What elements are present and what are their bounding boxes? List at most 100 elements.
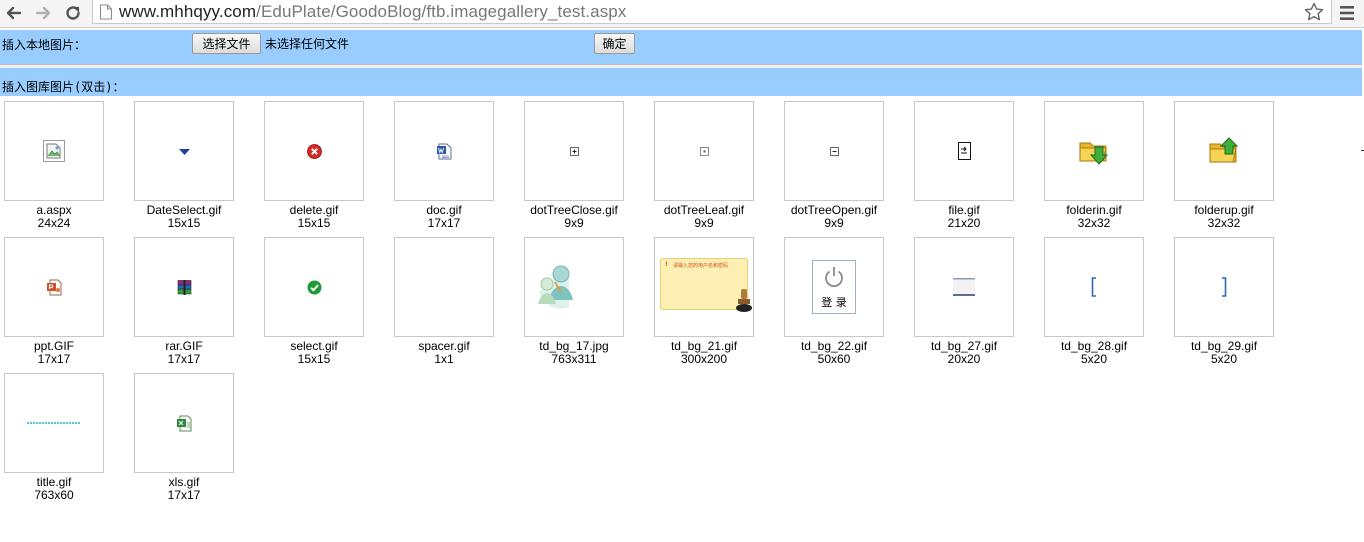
file-name: DateSelect.gif	[146, 203, 222, 217]
gallery-item: folderin.gif 32x32	[1040, 101, 1160, 237]
thumbnail[interactable]	[914, 237, 1014, 337]
tree-leaf-icon	[699, 146, 709, 156]
file-dimensions: 17x17	[167, 353, 201, 363]
file-name: a.aspx	[36, 203, 72, 217]
file-name: td_bg_28.gif	[1060, 339, 1128, 353]
gallery-item: td_bg_29.gif 5x20	[1170, 237, 1290, 373]
thumbnail[interactable]	[1174, 101, 1274, 201]
choose-file-button[interactable]: 选择文件	[192, 33, 261, 54]
file-dimensions: 17x17	[427, 217, 461, 227]
gallery-item: 登 录 td_bg_22.gif 50x60	[780, 237, 900, 373]
file-dimensions: 32x32	[1077, 217, 1111, 227]
forward-button[interactable]	[32, 2, 54, 24]
gallery-item: a.aspx 24x24	[0, 101, 120, 237]
file-name: folderin.gif	[1066, 203, 1122, 217]
tree-plus-icon	[569, 146, 579, 156]
file-dimensions: 32x32	[1207, 217, 1241, 227]
thumbnail[interactable]	[394, 237, 494, 337]
thumbnail[interactable]	[4, 373, 104, 473]
gallery-item: xls.gif 17x17	[130, 373, 250, 509]
thumbnail[interactable]: 登 录	[784, 237, 884, 337]
thumbnail[interactable]	[524, 101, 624, 201]
file-dimensions: 300x200	[680, 353, 728, 363]
thumbnail[interactable]	[524, 237, 624, 337]
url-text: www.mhhqyy.com/EduPlate/GoodoBlog/ftb.im…	[119, 1, 627, 21]
thumbnail[interactable]	[264, 101, 364, 201]
broken-image-icon	[43, 140, 65, 162]
tree-minus-icon	[829, 146, 839, 156]
file-dimensions: 9x9	[694, 217, 714, 227]
spacer-icon	[444, 287, 445, 288]
gallery-item: spacer.gif 1x1	[390, 237, 510, 373]
login-notice-icon: ! 请输入您的用户名和密码	[660, 258, 752, 312]
no-file-text: 未选择任何文件	[265, 37, 350, 51]
gallery-item: DateSelect.gif 15x15	[130, 101, 250, 237]
browser-toolbar: www.mhhqyy.com/EduPlate/GoodoBlog/ftb.im…	[0, 0, 1364, 28]
menu-icon[interactable]	[1337, 3, 1357, 23]
file-icon	[957, 142, 971, 160]
thumbnail[interactable]: ! 请输入您的用户名和密码	[654, 237, 754, 337]
gallery-item: folderup.gif 32x32	[1170, 101, 1290, 237]
file-dimensions: 17x17	[167, 489, 201, 499]
thumbnail[interactable]	[784, 101, 884, 201]
gallery-item: td_bg_28.gif 5x20	[1040, 237, 1160, 373]
file-dimensions: 15x15	[167, 217, 201, 227]
file-dimensions: 5x20	[1210, 353, 1238, 363]
gallery-item: title.gif 763x60	[0, 373, 120, 509]
gallery-item: delete.gif 15x15	[260, 101, 380, 237]
file-name: dotTreeLeaf.gif	[663, 203, 745, 217]
gallery-item: dotTreeOpen.gif 9x9	[780, 101, 900, 237]
power-login-icon: 登 录	[812, 260, 856, 314]
thumbnail[interactable]	[134, 101, 234, 201]
gallery-header	[0, 68, 1362, 96]
file-name: title.gif	[36, 475, 72, 489]
star-icon[interactable]	[1303, 1, 1325, 23]
thumbnail[interactable]	[264, 237, 364, 337]
file-dimensions: 763x60	[34, 489, 74, 499]
gallery-item: dotTreeClose.gif 9x9	[520, 101, 640, 237]
file-dimensions: 21x20	[947, 217, 981, 227]
stamp-icon	[736, 289, 752, 312]
thumbnail[interactable]	[654, 101, 754, 201]
thumbnail[interactable]	[394, 101, 494, 201]
thumbnail[interactable]	[914, 101, 1014, 201]
file-name: file.gif	[948, 203, 980, 217]
address-bar[interactable]: www.mhhqyy.com/EduPlate/GoodoBlog/ftb.im…	[92, 0, 1332, 24]
file-dimensions: 15x15	[297, 217, 331, 227]
title-strip-icon	[27, 422, 81, 424]
file-dimensions: 9x9	[824, 217, 844, 227]
file-dimensions: 24x24	[37, 217, 71, 227]
thumbnail[interactable]	[4, 237, 104, 337]
gallery-item: td_bg_17.jpg 763x311	[520, 237, 640, 373]
thumbnail[interactable]	[134, 237, 234, 337]
file-name: select.gif	[290, 339, 338, 353]
confirm-button[interactable]: 确定	[594, 33, 635, 54]
reload-icon	[66, 6, 80, 20]
file-name: td_bg_17.jpg	[539, 339, 609, 353]
thumbnail[interactable]	[1044, 101, 1144, 201]
page-icon	[100, 4, 112, 19]
notice-text: 请输入您的用户名和密码	[673, 263, 729, 269]
file-dimensions: 763x311	[551, 353, 597, 363]
forward-icon	[35, 6, 51, 20]
file-name: doc.gif	[426, 203, 462, 217]
check-icon	[307, 280, 321, 294]
file-name: dotTreeClose.gif	[530, 203, 618, 217]
thumbnail[interactable]	[4, 101, 104, 201]
reload-button[interactable]	[62, 2, 84, 24]
file-dimensions: 15x15	[297, 353, 331, 363]
rar-icon	[177, 279, 191, 295]
file-name: td_bg_29.gif	[1190, 339, 1258, 353]
file-name: ppt.GIF	[33, 339, 74, 353]
file-dimensions: 17x17	[37, 353, 71, 363]
folder-in-icon	[1079, 142, 1109, 165]
file-name: folderup.gif	[1194, 203, 1254, 217]
thumbnail[interactable]	[134, 373, 234, 473]
file-dimensions: 1x1	[434, 353, 454, 363]
thumbnail[interactable]	[1174, 237, 1274, 337]
file-name: xls.gif	[168, 475, 200, 489]
users-illustration-icon	[525, 238, 623, 336]
notice-marker: !	[665, 261, 668, 268]
thumbnail[interactable]	[1044, 237, 1144, 337]
back-button[interactable]	[3, 2, 25, 24]
